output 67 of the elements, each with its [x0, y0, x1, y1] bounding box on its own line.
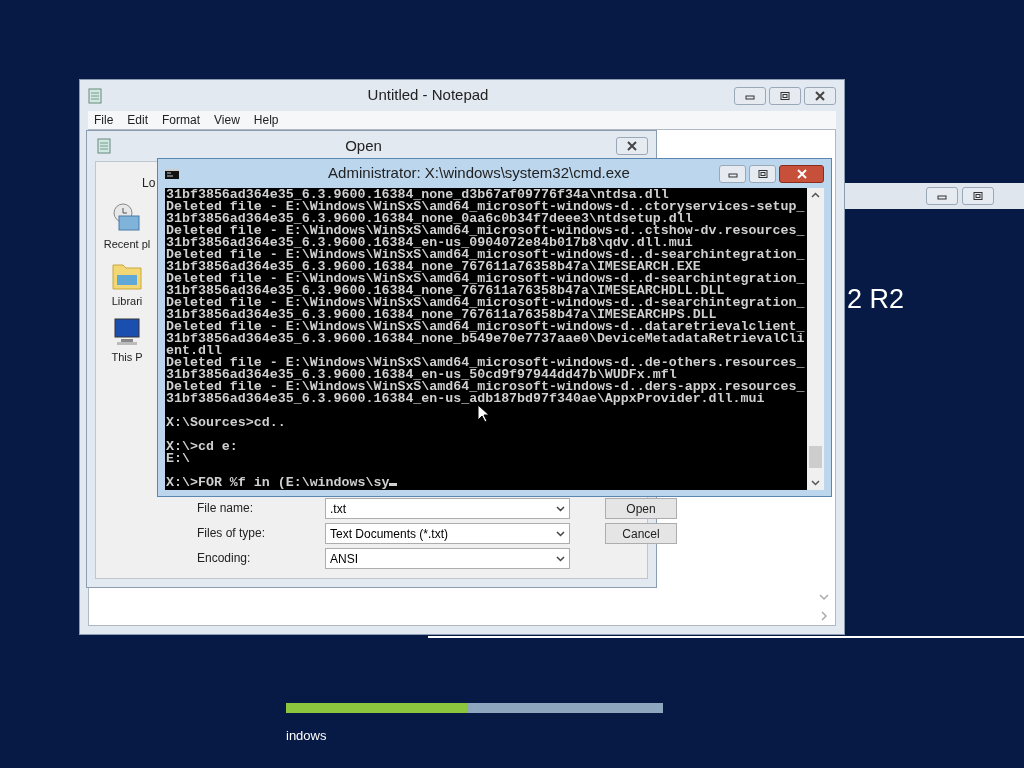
- maximize-button[interactable]: [769, 86, 801, 105]
- console-line: X:\>FOR %f in (E:\windows\sy: [166, 475, 390, 490]
- dropdown-field[interactable]: Text Documents (*.txt): [325, 523, 570, 544]
- scroll-thumb[interactable]: [809, 446, 822, 468]
- notepad-icon: [97, 138, 111, 154]
- dialog-button[interactable]: Open: [605, 498, 677, 519]
- chevron-down-icon: [819, 594, 829, 601]
- console-line: X:\>cd e:: [166, 439, 238, 454]
- console-line: 31bf3856ad364e35_6.3.9600.16384_en-us_0904072e84b017b8\qdv.dll.mui: [166, 235, 693, 250]
- dialog-button[interactable]: Cancel: [605, 523, 677, 544]
- restore-icon: [756, 168, 769, 179]
- console-line: X:\Sources>cd..: [166, 415, 286, 430]
- console-line: 31bf3856ad364e35_6.3.9600.16384_none_b549e70e7737aae0\DeviceMetadataRetrievalCli: [166, 331, 805, 346]
- look-in-label: Lo: [142, 176, 156, 190]
- chevron-down-icon: [811, 480, 820, 486]
- console-line: 31bf3856ad364e35_6.3.9600.16384_none_d3b67af09776f34a\ntdsa.dll: [166, 188, 669, 202]
- scrollbar[interactable]: [807, 188, 824, 490]
- chevron-up-icon: [811, 192, 820, 198]
- console-icon: [165, 168, 179, 179]
- console-line: Deleted file - E:\Windows\WinSxS\amd64_microsoft-windows-d..dataretrievalclient_: [166, 319, 805, 334]
- console-line: Deleted file - E:\Windows\WinSxS\amd64_microsoft-windows-d..ders-appx.resources_: [166, 379, 805, 394]
- place-item[interactable]: This P: [101, 317, 153, 366]
- console-line: ent.dll: [166, 343, 222, 358]
- console-line: 31bf3856ad364e35_6.3.9600.16384_none_767611a76358b47a\IMESEARCHDLL.DLL: [166, 283, 725, 298]
- dialog-title: Open: [344, 135, 383, 156]
- close-button[interactable]: [779, 164, 824, 183]
- chevron-down-icon: [556, 530, 565, 537]
- window-title: Untitled - Notepad: [366, 85, 490, 106]
- dropdown-field[interactable]: ANSI: [325, 548, 570, 569]
- console-line: Deleted file - E:\Windows\WinSxS\amd64_microsoft-windows-d..d-searchintegration_: [166, 271, 805, 286]
- restore-icon: [972, 191, 984, 201]
- console-line: 31bf3856ad364e35_6.3.9600.16384_none_767611a76358b47a\IMESEARCHPS.DLL: [166, 307, 717, 322]
- console-line: 31bf3856ad364e35_6.3.9600.16384_en-us_50cd9f97944dd47b\WUDFx.mfl: [166, 367, 677, 382]
- console-line: Deleted file - E:\Windows\WinSxS\amd64_microsoft-windows-d..ctoryservices-setup_: [166, 199, 805, 214]
- computer-icon: [111, 317, 143, 347]
- console-line: 31bf3856ad364e35_6.3.9600.16384_none_767611a76358b47a\IMESEARCH.EXE: [166, 259, 701, 274]
- close-button[interactable]: [616, 137, 648, 155]
- menu-item[interactable]: Help: [253, 111, 279, 129]
- field-label: File name:: [197, 500, 255, 517]
- menu-item[interactable]: File: [94, 111, 114, 129]
- maximize-button[interactable]: [749, 164, 776, 183]
- restore-icon: [779, 90, 791, 101]
- field-label: Files of type:: [197, 525, 267, 542]
- close-icon: [814, 90, 826, 101]
- notepad-icon: [88, 87, 102, 104]
- console-line: E:\: [166, 451, 190, 466]
- close-icon: [626, 141, 638, 151]
- field-label: Encoding:: [197, 550, 252, 567]
- console-line: Deleted file - E:\Windows\WinSxS\amd64_microsoft-windows-d..de-others.resources_: [166, 355, 805, 370]
- chevron-down-icon: [556, 505, 565, 512]
- dropdown-field[interactable]: .txt: [325, 498, 570, 519]
- close-icon: [795, 168, 808, 179]
- setup-heading: 2 R2: [847, 284, 905, 314]
- menu-item[interactable]: Format: [162, 111, 201, 129]
- close-button[interactable]: [804, 86, 836, 105]
- maximize-button[interactable]: [962, 187, 994, 205]
- window-title: Administrator: X:\windows\system32\cmd.exe: [327, 163, 631, 184]
- clock-folder-icon: [111, 202, 143, 234]
- progress-caption: indows: [286, 727, 328, 745]
- menu-item[interactable]: Edit: [127, 111, 149, 129]
- console-line: Deleted file - E:\Windows\WinSxS\amd64_microsoft-windows-d..d-searchintegration_: [166, 295, 805, 310]
- place-item[interactable]: Librari: [101, 260, 153, 309]
- menu-item[interactable]: View: [214, 111, 240, 129]
- chevron-right-icon: [820, 611, 828, 621]
- place-item[interactable]: Recent pl: [101, 202, 153, 253]
- chevron-down-icon: [556, 555, 565, 562]
- mouse-pointer-icon: [477, 404, 489, 423]
